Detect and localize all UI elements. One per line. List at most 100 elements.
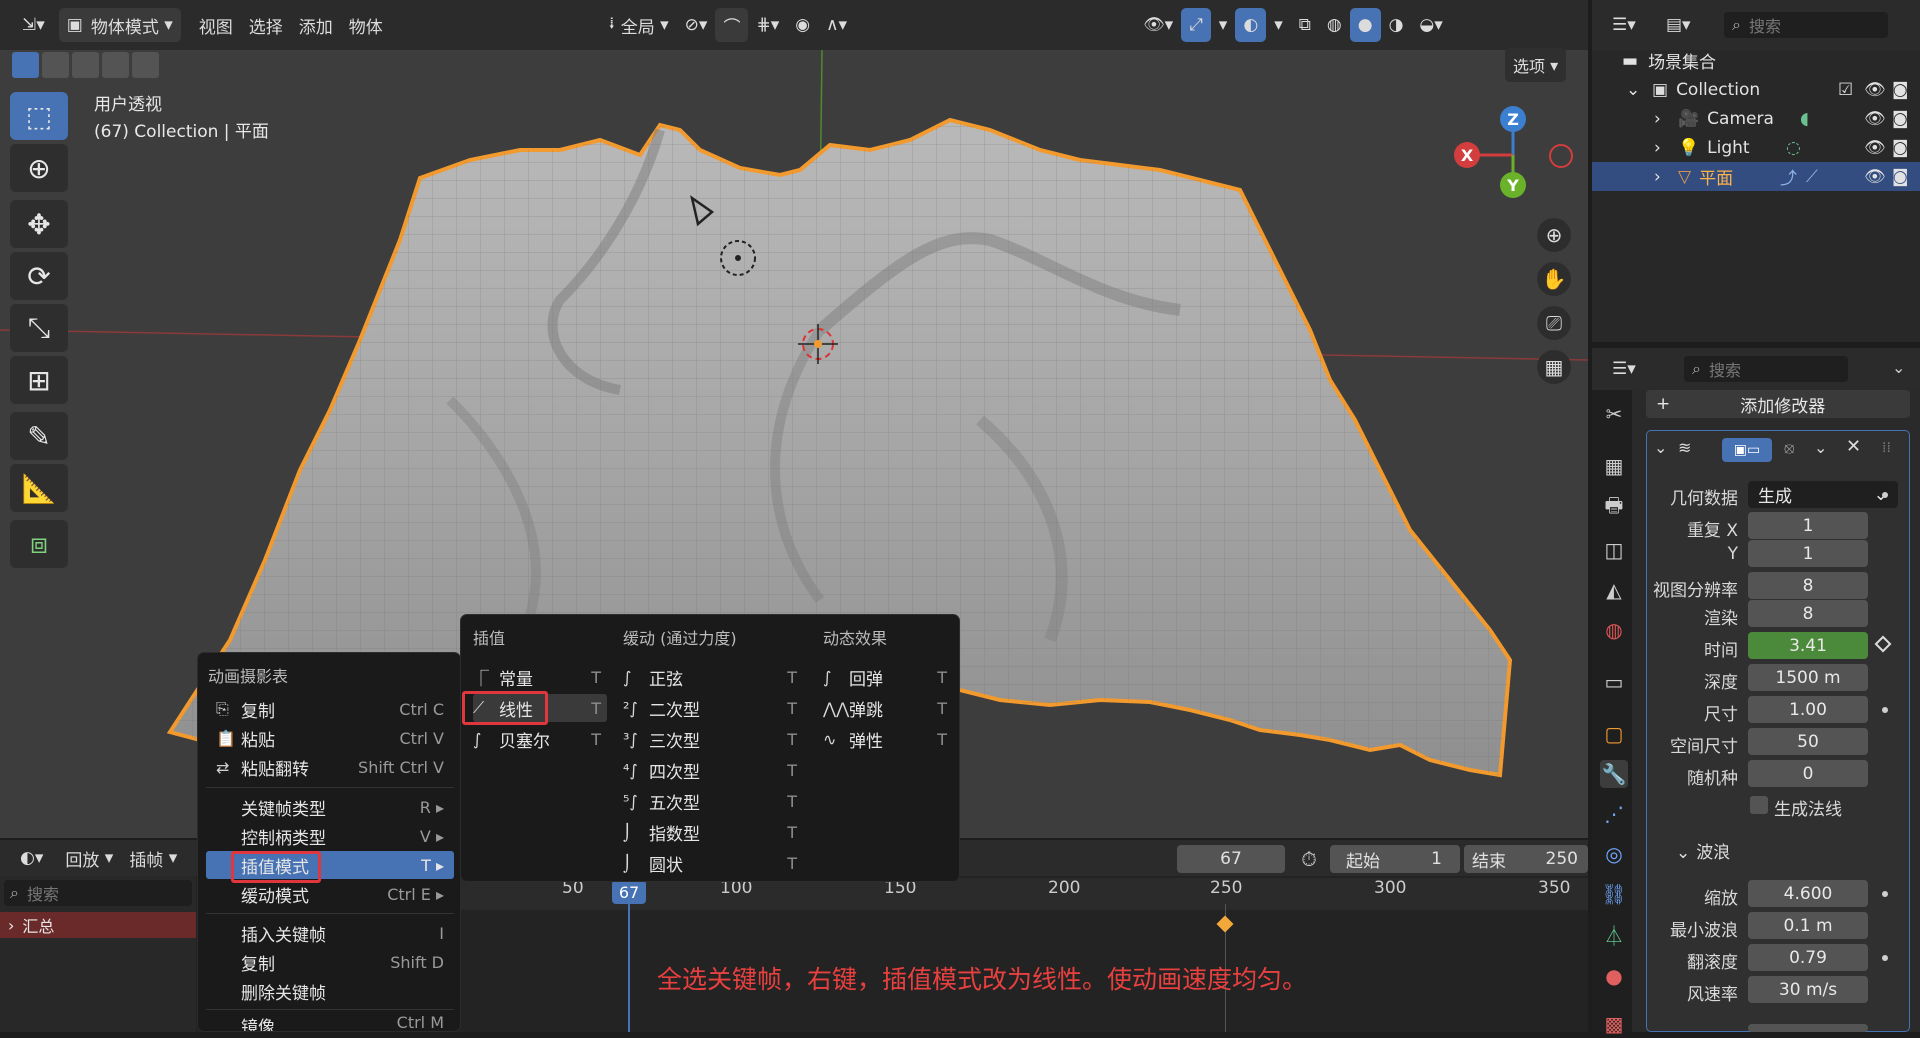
gizmo-y-axis[interactable]: Y [1500,172,1526,198]
viewport-resolution-field[interactable]: 8 [1748,572,1868,599]
snap-toggle[interactable]: ⌒ [715,8,749,42]
playhead-frame-label[interactable]: 67 [612,880,646,904]
gizmo-x-axis[interactable]: X [1454,142,1480,168]
easing-quadratic[interactable]: ²∫ 二次型 T [623,694,803,722]
easing-cubic[interactable]: ³∫ 三次型 T [623,725,803,753]
data-tab-icon[interactable]: ⏃ [1600,920,1628,948]
render-resolution-field[interactable]: 8 [1748,600,1868,627]
menu-item-mirror[interactable]: 镜像 Ctrl M [206,1013,454,1031]
eye-icon[interactable]: 👁 [1864,109,1886,129]
editor-type-icon[interactable]: ⇲▾ [14,8,53,42]
current-frame-field[interactable]: 67 [1177,845,1285,873]
shading-solid-icon[interactable]: ● [1349,8,1381,42]
scene-tab-icon[interactable]: ◭ [1600,576,1628,604]
gizmo-z-axis[interactable]: Z [1500,106,1526,132]
shading-wireframe-icon[interactable]: ◍ [1319,8,1350,42]
select-mode-subtract[interactable] [72,52,99,78]
camera-data-icon[interactable]: ◖ [1800,109,1809,129]
scale-tool[interactable]: ⤡ [10,304,68,352]
overlay-toggle[interactable]: ◐ [1235,8,1267,42]
modifier-dropdown[interactable]: ⌄ [1814,438,1827,457]
spatial-size-field[interactable]: 50 [1748,728,1868,755]
xray-toggle[interactable]: ⧉ [1291,8,1319,42]
light-data-icon[interactable]: ◌ [1786,138,1801,158]
keyframe-dot[interactable] [1882,955,1888,961]
menu-item-copy[interactable]: ⎘ 复制 Ctrl C [206,695,454,723]
view-layer-tab-icon[interactable]: ◫ [1600,536,1628,564]
rotate-tool[interactable]: ⟳ [10,252,68,300]
gizmo-dropdown[interactable]: ▾ [1211,8,1236,42]
playhead-line[interactable] [628,904,630,1032]
pivot-dropdown[interactable]: ⊘▾ [677,8,716,42]
chevron-down-icon[interactable]: ⌄ [1654,438,1667,457]
select-box-tool[interactable]: ⬚ [10,92,68,140]
constraints-tab-icon[interactable]: ⛓ [1600,880,1628,908]
min-wave-field[interactable]: 0.1 m [1748,912,1868,939]
mesh-data-icon[interactable]: ⟋ [1806,167,1818,187]
properties-search-input[interactable]: ⌕ 搜索 [1684,356,1848,382]
outliner-row-collection[interactable]: ⌄ ▣ Collection ☑ 👁 ◙ [1592,75,1920,104]
menu-view[interactable]: 视图 [191,8,241,42]
repeat-x-field[interactable]: 1 [1748,512,1868,539]
annotate-tool[interactable]: ✎ [10,412,68,460]
dynamic-elastic[interactable]: ∿ 弹性 T [823,725,953,753]
menu-item-insert-keyframe[interactable]: 插入关键帧 I [206,919,454,947]
geometry-dropdown[interactable]: 生成 ⌄ [1748,481,1898,508]
outliner-row-light[interactable]: › 💡 Light ◌ 👁 ◙ [1592,133,1920,162]
drag-handle-icon[interactable]: ⁞⁞ [1882,440,1891,456]
menu-item-keyframe-type[interactable]: 关键帧类型 R ▸ [206,793,454,821]
menu-add[interactable]: 添加 [291,8,341,42]
dynamic-back[interactable]: ∫ 回弹 T [823,663,953,691]
modifier-icon[interactable]: ⤴ [1780,164,1797,189]
start-frame-field[interactable]: 起始 1 [1330,845,1460,873]
physics-tab-icon[interactable]: ◎ [1600,840,1628,868]
mode-dropdown[interactable]: ▣ 物体模式 ▾ [58,8,181,42]
output-tab-icon[interactable]: 🖶 [1600,493,1628,522]
time-field[interactable]: 3.41 [1748,632,1868,659]
end-frame-field[interactable]: 结束 250 [1464,845,1588,873]
proportional-edit-icon[interactable]: ◉ [787,8,818,42]
outliner-row-plane[interactable]: › ▽ 平面 ⤴ ⟋ 👁 ◙ [1592,162,1920,191]
add-modifier-button[interactable]: + 添加修改器 [1646,390,1910,418]
texture-tab-icon[interactable]: ▩ [1600,1010,1628,1038]
keyframe-dot[interactable] [1882,891,1888,897]
cursor-tool[interactable]: ⊕ [10,144,68,192]
size-field[interactable]: 1.00 [1748,696,1868,723]
snap-options-dropdown[interactable]: ⋕▾ [748,8,787,42]
seed-field[interactable]: 0 [1748,760,1868,787]
camera-render-icon[interactable]: ◙ [1892,138,1909,158]
properties-editor-icon[interactable]: ☰▾ [1604,352,1644,386]
add-cube-tool[interactable]: ⧈ [10,520,68,568]
easing-sine[interactable]: ∫ 正弦 T [623,663,803,691]
select-mode-invert[interactable] [102,52,129,78]
move-tool[interactable]: ✥ [10,200,68,248]
particles-tab-icon[interactable]: ⋰ [1600,800,1628,828]
collection-tab-icon[interactable]: ▭ [1600,668,1628,696]
outliner-row-camera[interactable]: › 🎥 Camera ◖ 👁 ◙ [1592,104,1920,133]
tool-tab-icon[interactable]: ✂ [1600,400,1628,428]
navigation-gizmo[interactable]: Z X Y [1445,100,1575,210]
menu-object[interactable]: 物体 [341,8,391,42]
camera-view-icon[interactable]: ⎚ [1537,306,1571,340]
waves-panel-header[interactable]: ⌄ 波浪 [1676,838,1730,863]
chevron-down-icon[interactable]: ⌄ [1892,358,1905,377]
timeline-editor-icon[interactable]: ◐▾ [12,841,51,875]
repeat-y-field[interactable]: 1 [1748,540,1868,567]
keying-menu[interactable]: 插帧 ▾ [121,841,185,875]
keyframe-dot[interactable] [1882,492,1888,498]
edit-mode-toggle[interactable]: ▣▭ [1722,438,1772,462]
gizmo-toggle[interactable]: ⤢ [1181,8,1211,42]
summary-channel[interactable]: › 汇总 [0,912,196,938]
menu-item-handle-type[interactable]: 控制柄类型 V ▸ [206,822,454,850]
material-tab-icon[interactable]: ● [1600,962,1628,990]
falloff-icon[interactable]: ∧▾ [818,8,855,42]
eye-icon[interactable]: 👁 [1864,167,1886,187]
select-mode-extend[interactable] [42,52,69,78]
menu-item-delete-keyframes[interactable]: 删除关键帧 [206,977,454,1005]
wind-velocity-field[interactable]: 30 m/s [1748,976,1868,1003]
close-icon[interactable]: ✕ [1846,436,1861,457]
menu-select[interactable]: 选择 [241,8,291,42]
dynamic-bounce[interactable]: ⋀⋀ 弹跳 T [823,694,953,722]
perspective-grid-icon[interactable]: ▦ [1537,350,1571,384]
eye-icon[interactable]: 👁 [1864,138,1886,158]
